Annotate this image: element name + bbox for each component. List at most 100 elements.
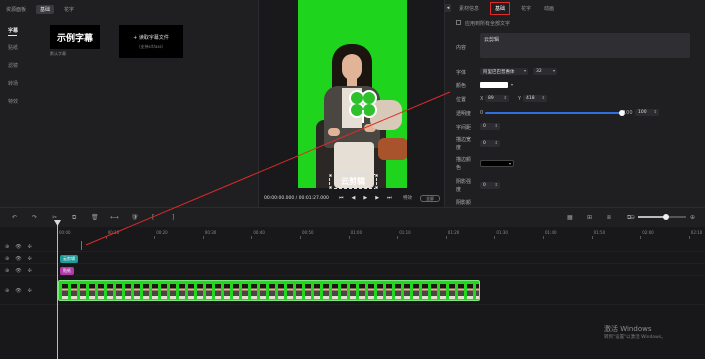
stepper-icon: ⇕ (503, 95, 507, 100)
eye-icon[interactable]: 👁 (15, 268, 21, 274)
resize-handle[interactable] (329, 174, 332, 177)
collapse-arrow-icon[interactable]: ◂ (445, 4, 451, 12)
lock-icon[interactable]: ⊕ (5, 256, 9, 262)
skip-start-icon[interactable]: ⏮ (339, 195, 344, 201)
ruler-tick (154, 236, 156, 239)
track-row: ⊕ 👁 ✣ (0, 241, 705, 252)
lock-icon[interactable]: ⊕ (5, 288, 9, 294)
zoom-in-icon[interactable]: ⊕ (690, 214, 695, 221)
tab-basic[interactable]: 基础 (36, 5, 55, 14)
magnet-icon[interactable]: ⧈ (607, 214, 611, 222)
time-ruler[interactable]: 00:00 00:10 00:20 00:30 00:40 00:50 01:00 01:10… (57, 227, 705, 239)
bracket-left-icon[interactable]: [ (152, 214, 154, 221)
eye-icon[interactable]: 👁 (15, 256, 21, 262)
resize-handle[interactable] (375, 186, 378, 189)
caption-template-card[interactable]: 示例字幕 (50, 25, 100, 49)
bracket-right-icon[interactable]: ] (172, 214, 174, 221)
apply-all-checkbox[interactable] (456, 20, 461, 25)
ruler-tick-label: 01:20 (447, 230, 460, 235)
font-select[interactable]: 阿里巴巴普惠体 ▾ (480, 68, 528, 75)
sidebar-item-captions[interactable]: 字幕 (8, 27, 18, 34)
font-size-select[interactable]: 32 ▾ (533, 68, 557, 75)
spacing-value: 0 (483, 124, 486, 129)
chevron-down-icon: ▾ (552, 68, 555, 73)
video-clip[interactable] (58, 280, 480, 301)
sidebar-item-filters[interactable]: 滤镜 (8, 62, 18, 69)
shield-icon[interactable]: 🛡 (131, 214, 139, 221)
snap-icon[interactable]: ▦ (567, 214, 573, 221)
redo-icon[interactable]: ↷ (32, 214, 37, 221)
panel-title: 资源面板 (6, 7, 27, 13)
tab-fancy-text[interactable]: 花字 (60, 5, 78, 14)
face-shape (342, 54, 362, 80)
eye-icon[interactable]: 👁 (15, 244, 21, 250)
spacing-input[interactable]: 0 ⇕ (480, 123, 500, 130)
y-label: Y (518, 96, 522, 102)
tab-basic-props[interactable]: 基础 (490, 2, 511, 15)
clip-thumbnail (467, 284, 473, 299)
ruler-tick (105, 236, 107, 239)
timeline-toolbar: ↶ ↷ ✂ ⧉ 🗑 ⟷ 🛡 [ ] ▦ ⊞ ⧈ ⧉ ⊖ ⊕ (0, 207, 705, 227)
opacity-min: 0 (480, 110, 484, 116)
import-subtitle-button[interactable]: + 读取字幕文件 （支持srt/ass） (119, 25, 183, 58)
sidebar-item-stickers[interactable]: 贴纸 (8, 44, 18, 51)
bag-shape (378, 138, 407, 160)
stroke-width-input[interactable]: 0 ⇕ (480, 140, 500, 147)
prev-frame-icon[interactable]: ◀ (352, 195, 356, 201)
y-input[interactable]: 418 ⇕ (523, 95, 547, 102)
sidebar-item-transitions[interactable]: 转场 (8, 80, 18, 87)
fullscreen-button[interactable]: 全屏 (420, 194, 440, 202)
resource-panel: 资源面板 基础 花字 字幕 贴纸 滤镜 转场 特效 示例字幕 默认字幕 + 读取… (0, 0, 258, 207)
opacity-slider[interactable] (485, 112, 621, 114)
stroke-color-swatch[interactable]: ▾ (480, 160, 514, 167)
clip-thumbnail (215, 284, 221, 299)
color-swatch[interactable] (480, 82, 508, 88)
undo-icon[interactable]: ↶ (12, 214, 17, 221)
delete-icon[interactable]: 🗑 (91, 214, 99, 221)
chevron-down-icon[interactable]: ▾ (511, 82, 703, 87)
track-controls: ⊕ 👁 ✣ (5, 288, 32, 294)
skip-end-icon[interactable]: ⏭ (387, 195, 392, 201)
trim-icon[interactable]: ⟷ (110, 214, 119, 221)
next-frame-icon[interactable]: ▶ (375, 195, 379, 201)
windows-activation-sub: 转到"设置"以激活 Windows。 (604, 335, 666, 340)
hand-left-shape (328, 128, 340, 136)
clip-thumbnail (269, 284, 275, 299)
move-icon[interactable]: ✣ (28, 256, 32, 262)
clip-thumbnail (341, 284, 347, 299)
shadow-label: 阴影强度 (456, 179, 472, 193)
import-subtitle-hint: （支持srt/ass） (136, 43, 166, 49)
grid-icon[interactable]: ⊞ (587, 214, 592, 221)
clover-sticker[interactable] (343, 84, 383, 124)
resize-handle[interactable] (329, 186, 332, 189)
lock-icon[interactable]: ⊕ (5, 244, 9, 250)
sidebar-item-effects[interactable]: 特效 (8, 98, 18, 105)
ruler-tick-label: 01:30 (496, 230, 508, 235)
content-textarea[interactable]: 云剪辑 (480, 33, 690, 58)
resize-handle[interactable] (375, 174, 378, 177)
sticker-clip[interactable]: 贴纸 (60, 267, 74, 275)
caption-clip[interactable]: 云剪辑 (60, 255, 78, 263)
play-icon[interactable]: ▶ (363, 195, 367, 201)
eye-icon[interactable]: 👁 (15, 288, 21, 294)
copy-icon[interactable]: ⧉ (72, 214, 76, 222)
video-caption-text[interactable]: 云剪辑 (329, 174, 377, 189)
zoom-out-icon[interactable]: ⊖ (630, 214, 635, 221)
playhead[interactable] (57, 220, 58, 359)
x-input[interactable]: 89 ⇕ (485, 95, 509, 102)
lock-icon[interactable]: ⊕ (5, 268, 9, 274)
move-icon[interactable]: ✣ (28, 288, 32, 294)
shadow-value: 0 (483, 183, 486, 188)
tab-fancy-text-props[interactable]: 花字 (519, 4, 533, 15)
tab-animation[interactable]: 动画 (542, 4, 556, 15)
opacity-input[interactable]: 100 ⇕ (635, 109, 659, 116)
position-label: 位置 (456, 97, 467, 103)
ruler-tick (251, 236, 253, 239)
shadow-input[interactable]: 0 ⇕ (480, 182, 500, 189)
move-icon[interactable]: ✣ (28, 244, 32, 250)
move-icon[interactable]: ✣ (28, 268, 32, 274)
fx-label[interactable]: 特效 (403, 195, 412, 201)
tab-media-info[interactable]: 素材信息 (457, 4, 481, 15)
clip-thumbnail (80, 284, 86, 299)
zoom-slider-thumb[interactable] (662, 214, 669, 220)
